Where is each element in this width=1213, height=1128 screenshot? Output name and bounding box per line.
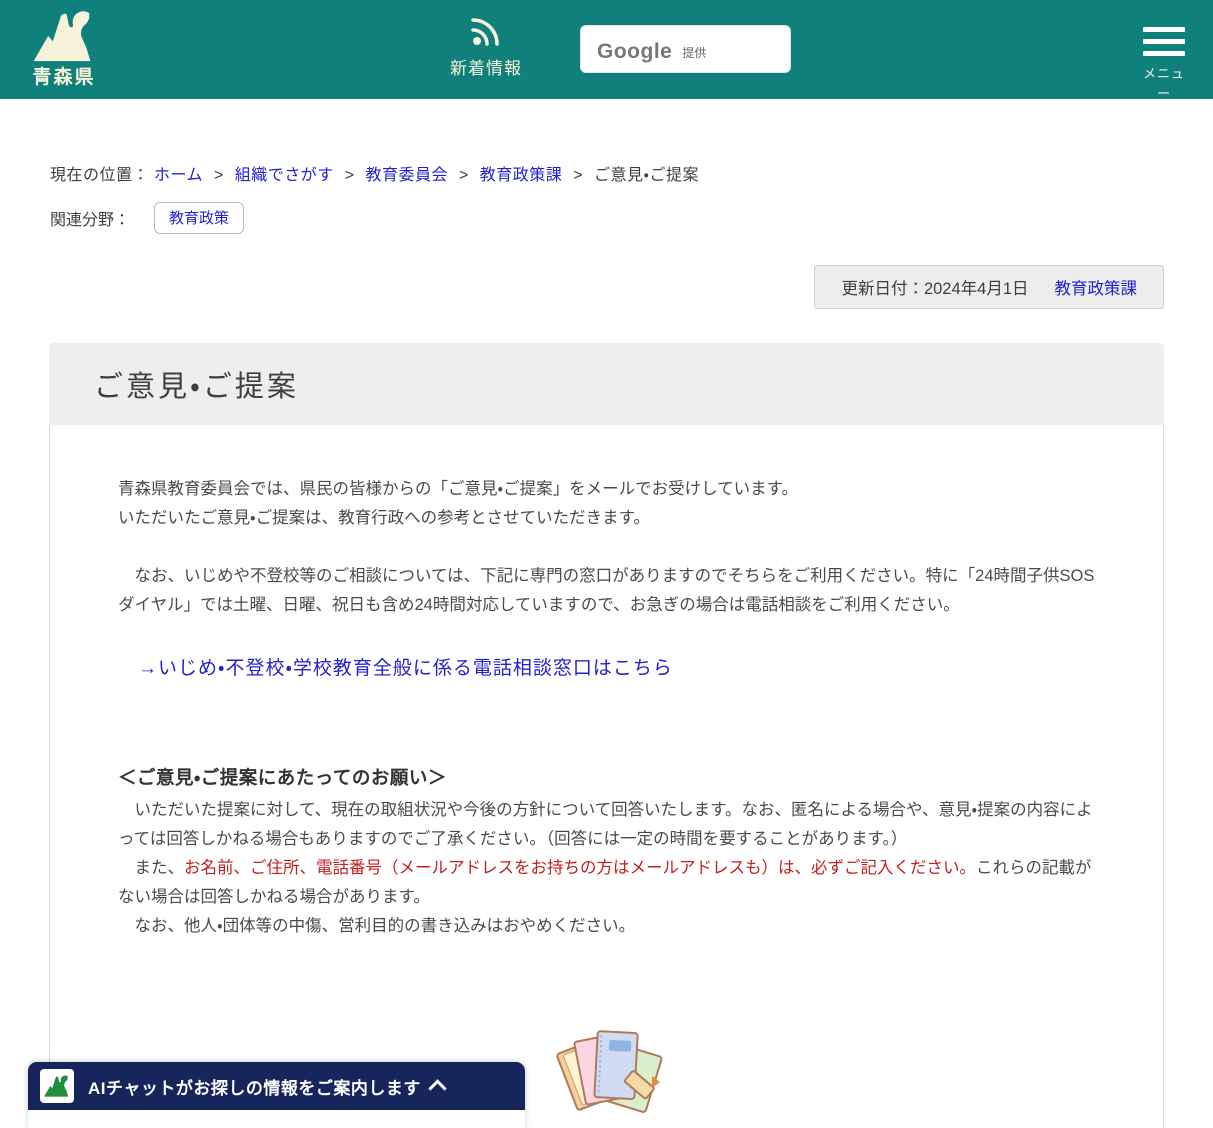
news-label: 新着情報 bbox=[450, 59, 522, 78]
search-input[interactable]: Google 提供 bbox=[580, 25, 791, 73]
breadcrumb-education-policy-division[interactable]: 教育政策課 bbox=[480, 167, 563, 184]
breadcrumb-separator: > bbox=[458, 167, 469, 184]
prohibited-paragraph: なお、他人・団体等の中傷、営利目的の書き込みはおやめください。 bbox=[118, 917, 636, 935]
department-link[interactable]: 教育政策課 bbox=[1055, 275, 1138, 299]
intro-paragraph: 青森県教育委員会では、県民の皆様からの「ご意見・ご提案」をメールでお受けしていま… bbox=[118, 475, 1097, 533]
aomori-mountain-icon bbox=[24, 8, 104, 64]
breadcrumb-prefix: 現在の位置： bbox=[50, 167, 150, 184]
notebooks-clipart-icon bbox=[556, 1026, 664, 1127]
main-content: 青森県教育委員会では、県民の皆様からの「ご意見・ご提案」をメールでお受けしていま… bbox=[49, 425, 1164, 1128]
ai-chat-banner[interactable]: AIチャットがお探しの情報をご案内します bbox=[28, 1062, 525, 1110]
required-info-paragraph: また、お名前、ご住所、電話番号（メールアドレスをお持ちの方はメールアドレスも）は… bbox=[118, 854, 1097, 912]
ai-chat-panel bbox=[28, 1110, 525, 1128]
ai-chat-banner-label: AIチャットがお探しの情報をご案内します bbox=[88, 1078, 421, 1098]
consultation-paragraph: なお、いじめや不登校等のご相談については、下記に専門の窓口がありますのでそちらを… bbox=[118, 567, 1095, 614]
intro-line-2: いただいたご意見・ご提案は、教育行政への参考とさせていただきます。 bbox=[118, 509, 650, 527]
request-section-heading: ＜ご意見・ご提案にあたってのお願い＞ bbox=[118, 767, 447, 788]
rss-icon bbox=[443, 16, 529, 48]
related-field-label: 関連分野： bbox=[50, 212, 131, 229]
aomori-green-logo-icon bbox=[40, 1069, 74, 1103]
breadcrumb-home[interactable]: ホーム bbox=[154, 167, 203, 184]
update-date-box: 更新日付：2024年4月1日 教育政策課 bbox=[814, 265, 1164, 309]
reply-policy-paragraph: いただいた提案に対して、現在の取組状況や今後の方針について回答いたします。なお、… bbox=[118, 801, 1093, 848]
required-info-pre: また、 bbox=[118, 859, 185, 877]
menu-button[interactable]: メニュー bbox=[1141, 27, 1187, 103]
related-field-row: 関連分野： 教育政策 bbox=[50, 202, 245, 234]
breadcrumb-current-page: ご意見・ご提案 bbox=[594, 167, 699, 184]
breadcrumb-organizations[interactable]: 組織でさがす bbox=[235, 167, 334, 184]
google-branding: Google bbox=[597, 40, 673, 63]
page-title: ご意見・ご提案 bbox=[94, 371, 299, 403]
chevron-up-icon bbox=[431, 1082, 445, 1096]
breadcrumb-separator: > bbox=[213, 167, 224, 184]
required-info-red-text: お名前、ご住所、電話番号（メールアドレスをお持ちの方はメールアドレスも）は、必ず… bbox=[184, 859, 976, 877]
prefecture-logo[interactable]: 青森県 bbox=[24, 8, 104, 89]
news-button[interactable]: 新着情報 bbox=[443, 16, 529, 79]
google-provided-label: 提供 bbox=[682, 46, 707, 60]
hamburger-icon bbox=[1143, 27, 1185, 56]
page-title-bar: ご意見・ご提案 bbox=[49, 343, 1164, 425]
menu-label: メニュー bbox=[1142, 66, 1185, 101]
logo-text: 青森県 bbox=[32, 67, 96, 88]
site-header: 青森県 新着情報 Google 提供 メニュー bbox=[0, 0, 1213, 101]
breadcrumb: 現在の位置： ホーム > 組織でさがす > 教育委員会 > 教育政策課 > ご意… bbox=[50, 161, 699, 185]
phone-consultation-link[interactable]: →いじめ・不登校・学校教育全般に係る電話相談窓口はこちら bbox=[138, 653, 673, 680]
breadcrumb-separator: > bbox=[344, 167, 355, 184]
breadcrumb-separator: > bbox=[573, 167, 584, 184]
intro-line-1: 青森県教育委員会では、県民の皆様からの「ご意見・ご提案」をメールでお受けしていま… bbox=[118, 480, 798, 498]
breadcrumb-board-of-education[interactable]: 教育委員会 bbox=[366, 167, 449, 184]
update-date: 更新日付：2024年4月1日 bbox=[841, 280, 1029, 298]
related-field-badge[interactable]: 教育政策 bbox=[154, 202, 245, 234]
